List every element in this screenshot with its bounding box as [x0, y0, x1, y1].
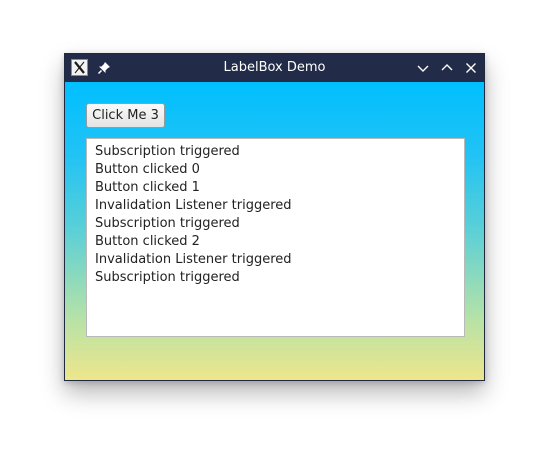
- list-item[interactable]: Button clicked 2: [95, 233, 464, 251]
- close-icon[interactable]: [463, 60, 479, 76]
- pin-icon[interactable]: [96, 60, 112, 76]
- click-me-button[interactable]: Click Me 3: [86, 103, 165, 128]
- title-bar[interactable]: LabelBox Demo: [65, 54, 484, 82]
- list-item[interactable]: Invalidation Listener triggered: [95, 251, 464, 269]
- list-item[interactable]: Button clicked 1: [95, 179, 464, 197]
- chevron-up-icon[interactable]: [439, 60, 455, 76]
- chevron-down-icon[interactable]: [415, 60, 431, 76]
- window-content: Click Me 3 Subscription triggered Button…: [65, 82, 484, 380]
- event-log-list[interactable]: Subscription triggered Button clicked 0 …: [86, 138, 465, 337]
- x-window-icon[interactable]: [71, 59, 88, 76]
- list-item[interactable]: Subscription triggered: [95, 215, 464, 233]
- app-window: LabelBox Demo Click Me 3 Subscription tr…: [64, 53, 485, 381]
- list-item[interactable]: Subscription triggered: [95, 143, 464, 161]
- list-item[interactable]: Subscription triggered: [95, 269, 464, 287]
- list-item[interactable]: Button clicked 0: [95, 161, 464, 179]
- list-item[interactable]: Invalidation Listener triggered: [95, 197, 464, 215]
